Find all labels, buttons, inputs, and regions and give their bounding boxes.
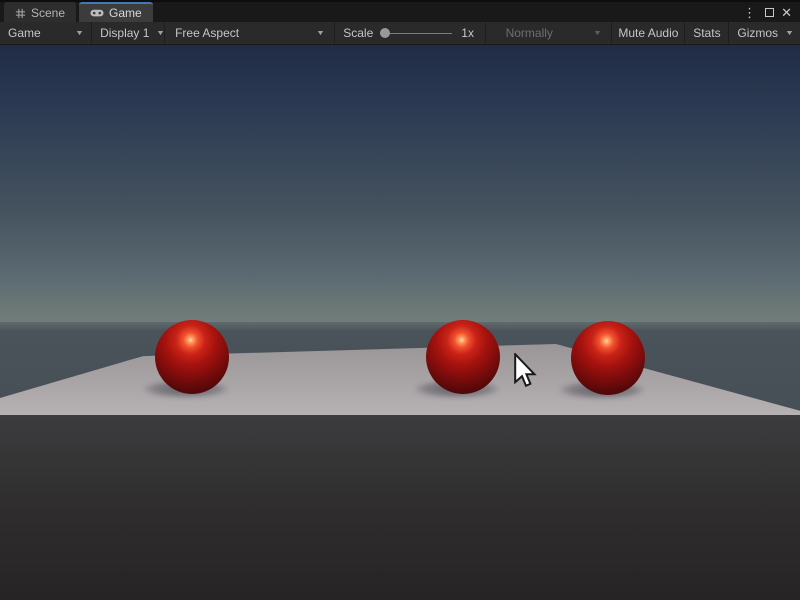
tab-bar: Scene Game ⋮ ✕: [0, 0, 800, 22]
below-horizon-ground: [0, 415, 800, 600]
scale-value: 1x: [461, 26, 474, 40]
tabstrip-spacer: [153, 2, 741, 22]
chevron-down-icon: ▼: [316, 30, 325, 37]
aspect-ratio-dropdown[interactable]: Free Aspect ▼: [165, 22, 335, 44]
tab-game-label: Game: [109, 6, 142, 20]
chevron-down-icon: ▼: [593, 30, 602, 37]
play-mode-dropdown[interactable]: Normally ▼: [486, 22, 613, 44]
gamepad-icon: [90, 8, 104, 18]
close-icon[interactable]: ✕: [781, 6, 792, 19]
gizmos-label: Gizmos: [737, 26, 778, 40]
chevron-down-icon: ▼: [785, 30, 794, 37]
game-view-toolbar: Game ▼ Display 1 ▼ Free Aspect ▼ Scale 1…: [0, 22, 800, 45]
display-value: Display 1: [100, 26, 149, 40]
gizmos-button[interactable]: Gizmos ▼: [729, 22, 800, 44]
maximize-icon[interactable]: [765, 8, 774, 17]
chevron-down-icon: ▼: [156, 30, 165, 37]
stats-label: Stats: [693, 26, 720, 40]
tab-game[interactable]: Game: [79, 2, 153, 22]
view-mode-value: Game: [8, 26, 41, 40]
red-sphere-2: [426, 320, 500, 394]
scene-grid-icon: [15, 8, 26, 19]
display-dropdown[interactable]: Display 1 ▼: [92, 22, 165, 44]
mouse-cursor: [514, 353, 538, 393]
skybox-gradient: [0, 45, 800, 322]
red-sphere-3: [571, 321, 645, 395]
aspect-value: Free Aspect: [175, 26, 239, 40]
mute-audio-label: Mute Audio: [618, 26, 678, 40]
play-mode-value: Normally: [506, 26, 553, 40]
stats-button[interactable]: Stats: [685, 22, 729, 44]
red-sphere-1: [155, 320, 229, 394]
unity-game-window: Scene Game ⋮ ✕ Game ▼ Display 1 ▼ Free A…: [0, 0, 800, 600]
scale-slider[interactable]: [380, 27, 452, 39]
mute-audio-button[interactable]: Mute Audio: [612, 22, 685, 44]
chevron-down-icon: ▼: [75, 30, 84, 37]
scale-control: Scale 1x: [335, 22, 485, 44]
window-controls: ⋮ ✕: [741, 2, 800, 22]
scale-slider-thumb[interactable]: [380, 28, 390, 38]
kebab-menu-icon[interactable]: ⋮: [741, 6, 758, 19]
tab-scene-label: Scene: [31, 6, 65, 20]
view-mode-dropdown[interactable]: Game ▼: [0, 22, 92, 44]
game-viewport[interactable]: [0, 45, 800, 600]
scale-slider-track[interactable]: [380, 33, 452, 34]
tab-scene[interactable]: Scene: [4, 2, 76, 22]
scale-label: Scale: [343, 26, 373, 40]
